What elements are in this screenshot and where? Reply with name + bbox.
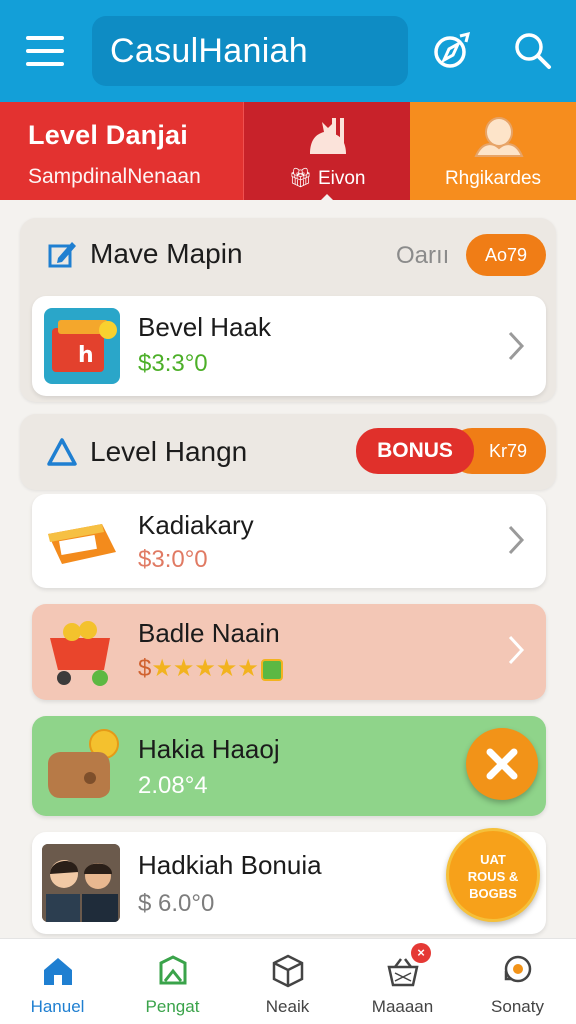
close-icon	[486, 748, 518, 780]
rating-box-icon	[260, 658, 283, 681]
nav-item-sonaty[interactable]: Sonaty	[460, 939, 575, 1024]
category-label: Rhgikardes	[444, 168, 542, 189]
bottom-nav: Hanuel Pengat Neaik × Maaaan Sonaty	[0, 938, 576, 1024]
search-icon[interactable]	[512, 30, 554, 72]
item-price: $3:0°0	[138, 546, 208, 573]
section-header: Level Hangn Kr79 BONUS	[20, 414, 556, 486]
chevron-right-icon	[508, 331, 525, 361]
nav-item-pengat[interactable]: Pengat	[115, 939, 230, 1024]
triangle-icon	[47, 438, 77, 466]
item-rating: $★★★★★	[138, 654, 283, 683]
compass-icon[interactable]	[430, 30, 472, 72]
item-price: $3:3°0	[138, 350, 208, 377]
section-note: Oarıı	[396, 242, 450, 269]
item-name: Bevel Haak	[138, 312, 271, 342]
gift-icon: 🎁︎	[288, 168, 313, 189]
badge-icon	[159, 955, 187, 985]
support-icon	[504, 955, 532, 983]
list-item[interactable]: Kadiakary $3:0°0	[32, 494, 546, 588]
ticket-icon	[48, 524, 116, 564]
item-name: Hadkiah Bonuia	[138, 850, 322, 880]
nav-item-maaaan[interactable]: × Maaaan	[345, 939, 460, 1024]
hands-icon	[474, 117, 524, 157]
rating-stars: ★★★★★	[151, 655, 259, 682]
nav-label: Maaaan	[371, 997, 434, 1016]
promo-badge-button[interactable]: UAT ROUS & BOGBS	[446, 828, 540, 922]
category-level[interactable]: Level Danjai SampdinalNenaan	[0, 102, 243, 200]
nav-label: Neaik	[265, 997, 310, 1016]
chevron-right-icon	[508, 635, 525, 665]
edit-icon	[48, 242, 76, 268]
nav-label: Sonaty	[491, 997, 544, 1016]
item-name: Badle Naain	[138, 618, 280, 648]
kids-photo	[42, 844, 120, 922]
nav-label: Pengat	[145, 997, 200, 1016]
nav-label: Hanuel	[30, 997, 85, 1016]
section-title: Mave Mapin	[90, 238, 243, 269]
box-icon	[272, 954, 304, 988]
chevron-right-icon	[508, 525, 525, 555]
category-subtitle: SampdinalNenaan	[28, 165, 201, 188]
price-prefix: $	[138, 655, 152, 682]
section-header: Mave Mapin Oarıı Ao79	[20, 218, 556, 290]
notification-badge: ×	[411, 943, 431, 963]
item-price: 2.08°4	[138, 772, 208, 799]
cat-icon	[310, 118, 346, 154]
shopping-cart-icon	[50, 621, 110, 686]
list-item[interactable]: h Bevel Haak $3:3°0	[32, 296, 546, 396]
list-item[interactable]: Badle Naain $★★★★★	[32, 604, 546, 700]
category-label: 🎁︎ Eivon	[288, 168, 366, 189]
category-title: Level Danjai	[28, 120, 188, 150]
nav-item-neaik[interactable]: Neaik	[230, 939, 345, 1024]
top-app-bar: CasulHaniah	[0, 0, 576, 102]
selected-indicator	[320, 194, 334, 201]
item-name: Kadiakary	[138, 510, 254, 540]
bonus-badge[interactable]: BONUS	[356, 428, 474, 474]
category-strip: Level Danjai SampdinalNenaan 🎁︎ Eivon Rh…	[0, 102, 576, 201]
nav-item-home[interactable]: Hanuel	[0, 939, 115, 1024]
section-title: Level Hangn	[90, 436, 248, 467]
section-pill[interactable]: Ao79	[466, 234, 546, 276]
category-eivon[interactable]: 🎁︎ Eivon	[243, 102, 410, 201]
home-icon	[44, 958, 72, 985]
category-rhgikardes[interactable]: Rhgikardes	[410, 102, 576, 200]
close-button[interactable]	[466, 728, 538, 800]
section-level-hangn: Level Hangn Kr79 BONUS	[20, 414, 556, 490]
item-price: $ 6.0°0	[138, 890, 215, 917]
svg-text:h: h	[78, 343, 94, 368]
search-field[interactable]: CasulHaniah	[92, 16, 408, 86]
item-name: Hakia Haaoj	[138, 734, 280, 764]
wallet-icon	[48, 729, 119, 798]
game-icon: h	[44, 308, 120, 384]
promo-badge-text: UAT ROUS & BOGBS	[467, 852, 519, 901]
menu-icon[interactable]	[26, 36, 64, 66]
